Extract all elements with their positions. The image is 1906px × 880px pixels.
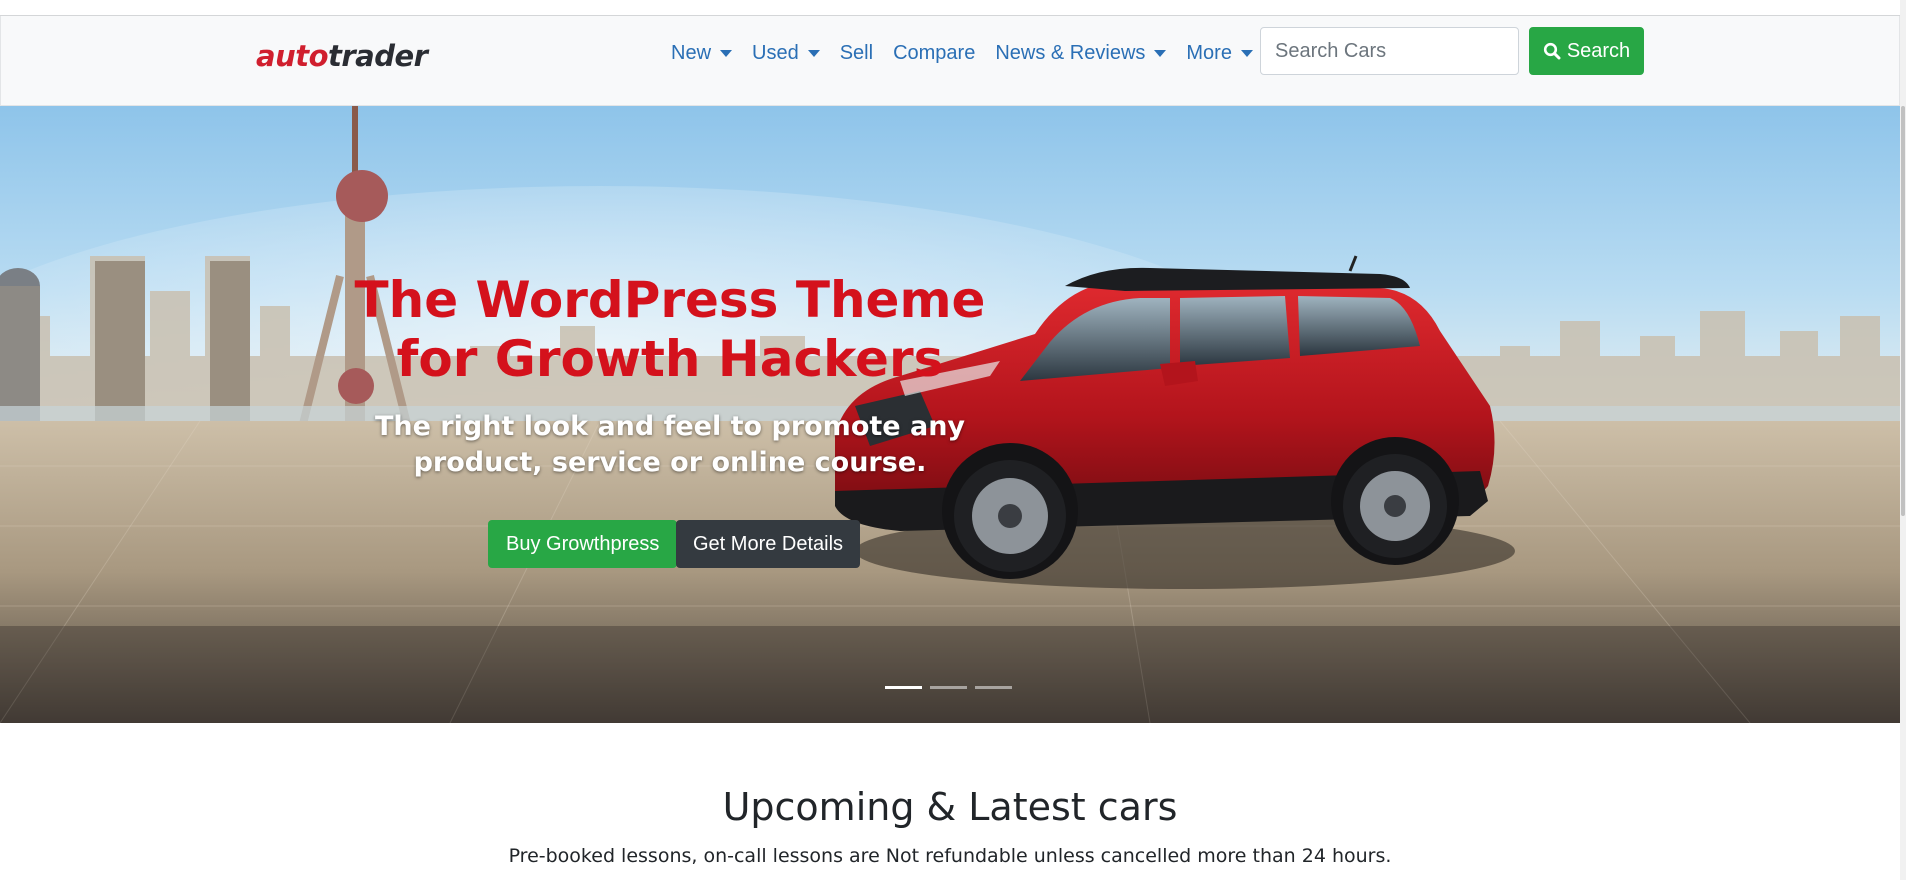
buy-growthpress-button[interactable]: Buy Growthpress bbox=[488, 520, 678, 568]
nav-item-more[interactable]: More bbox=[1176, 42, 1263, 65]
nav-item-news-reviews[interactable]: News & Reviews bbox=[985, 42, 1176, 65]
section-title: Upcoming & Latest cars bbox=[722, 785, 1178, 829]
caret-down-icon bbox=[1240, 49, 1253, 57]
nav-item-label: Used bbox=[752, 41, 799, 64]
caret-down-icon bbox=[720, 49, 733, 57]
brand-logo-part-trader: trader bbox=[328, 39, 428, 73]
get-more-details-button[interactable]: Get More Details bbox=[676, 520, 861, 568]
scrollbar-thumb[interactable] bbox=[1901, 106, 1905, 516]
caret-down-icon bbox=[807, 49, 820, 57]
nav-item-new[interactable]: New bbox=[661, 42, 742, 65]
hero-subtitle: The right look and feel to promote any p… bbox=[374, 411, 966, 478]
browser-top-strip bbox=[0, 0, 1900, 16]
caret-down-icon bbox=[1154, 49, 1167, 57]
nav-item-sell[interactable]: Sell bbox=[830, 42, 883, 65]
page-scrollbar[interactable] bbox=[1900, 0, 1906, 880]
search-input[interactable] bbox=[1260, 27, 1519, 75]
search-button[interactable]: Search bbox=[1529, 27, 1644, 75]
nav-item-label: Compare bbox=[893, 41, 976, 64]
nav-item-used[interactable]: Used bbox=[742, 42, 830, 65]
section-subtitle: Pre-booked lessons, on-call lessons are … bbox=[508, 845, 1392, 867]
nav-item-label: Sell bbox=[839, 41, 874, 64]
hero-carousel: The WordPress Theme for Growth Hackers T… bbox=[0, 106, 1900, 723]
carousel-indicator-1[interactable] bbox=[885, 686, 922, 689]
carousel-indicators bbox=[885, 686, 1012, 689]
hero-title: The WordPress Theme for Growth Hackers bbox=[354, 271, 986, 388]
search-button-label: Search bbox=[1566, 39, 1631, 62]
navbar: autotrader New Used Sell Compare News & … bbox=[0, 16, 1900, 106]
carousel-indicator-2[interactable] bbox=[930, 686, 967, 689]
brand-logo-part-auto: auto bbox=[256, 39, 329, 73]
nav-item-label: New bbox=[671, 41, 712, 64]
nav-links: New Used Sell Compare News & Reviews Mor… bbox=[661, 16, 1263, 90]
search-icon bbox=[1543, 42, 1561, 60]
carousel-indicator-3[interactable] bbox=[975, 686, 1012, 689]
brand-logo[interactable]: autotrader bbox=[256, 39, 428, 73]
nav-item-label: More bbox=[1186, 41, 1232, 64]
nav-item-compare[interactable]: Compare bbox=[883, 42, 985, 65]
nav-item-label: News & Reviews bbox=[995, 41, 1146, 64]
